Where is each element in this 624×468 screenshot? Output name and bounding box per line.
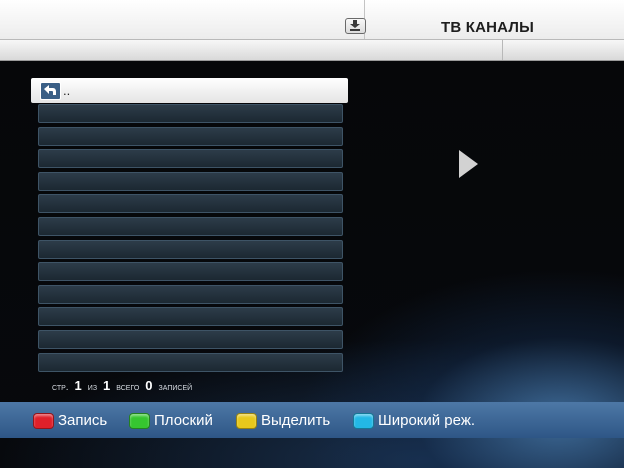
wide-mode-key-label: Широкий реж. [378,412,476,429]
parent-folder-item[interactable]: .. [31,78,348,103]
list-item[interactable] [38,104,343,123]
record-count: 0 [145,378,153,393]
list-item[interactable] [38,171,343,191]
page-prefix: стр. [52,382,69,393]
channel-list [38,104,343,375]
page-title: ТВ КАНАЛЫ [441,19,535,36]
list-item[interactable] [38,216,343,236]
list-item[interactable] [38,329,343,349]
records-label: записей [158,382,193,393]
page-status: стр. 1 из 1 всего 0 записей [52,378,198,393]
back-arrow-icon [40,82,61,100]
header-bar: ТВ КАНАЛЫ [0,0,624,40]
list-item[interactable] [38,239,343,259]
next-page-arrow-icon[interactable] [459,150,478,178]
record-key[interactable]: Запись [33,412,107,429]
wide-mode-key[interactable]: Широкий реж. [353,412,475,429]
flat-key-label: Плоский [154,412,213,429]
color-key-bar: Запись Плоский Выделить Широкий реж. [0,402,624,438]
blue-button-icon [353,412,374,429]
page-of: из [87,382,98,393]
sub-header-separator [502,40,503,60]
list-item[interactable] [38,194,343,214]
list-item[interactable] [38,262,343,282]
yellow-button-icon [236,412,257,429]
select-key-label: Выделить [261,412,331,429]
list-item[interactable] [38,307,343,327]
select-key[interactable]: Выделить [236,412,330,429]
page-current: 1 [74,378,82,393]
list-item[interactable] [38,126,343,146]
list-item[interactable] [38,352,343,372]
list-item[interactable] [38,149,343,169]
flat-key[interactable]: Плоский [129,412,213,429]
download-icon [345,18,366,34]
parent-folder-label: .. [63,83,71,98]
total-label: всего [116,382,140,393]
record-key-label: Запись [58,412,108,429]
red-button-icon [33,412,54,429]
sub-header-bar [0,40,624,61]
green-button-icon [129,412,150,429]
list-item[interactable] [38,284,343,304]
page-total: 1 [103,378,111,393]
